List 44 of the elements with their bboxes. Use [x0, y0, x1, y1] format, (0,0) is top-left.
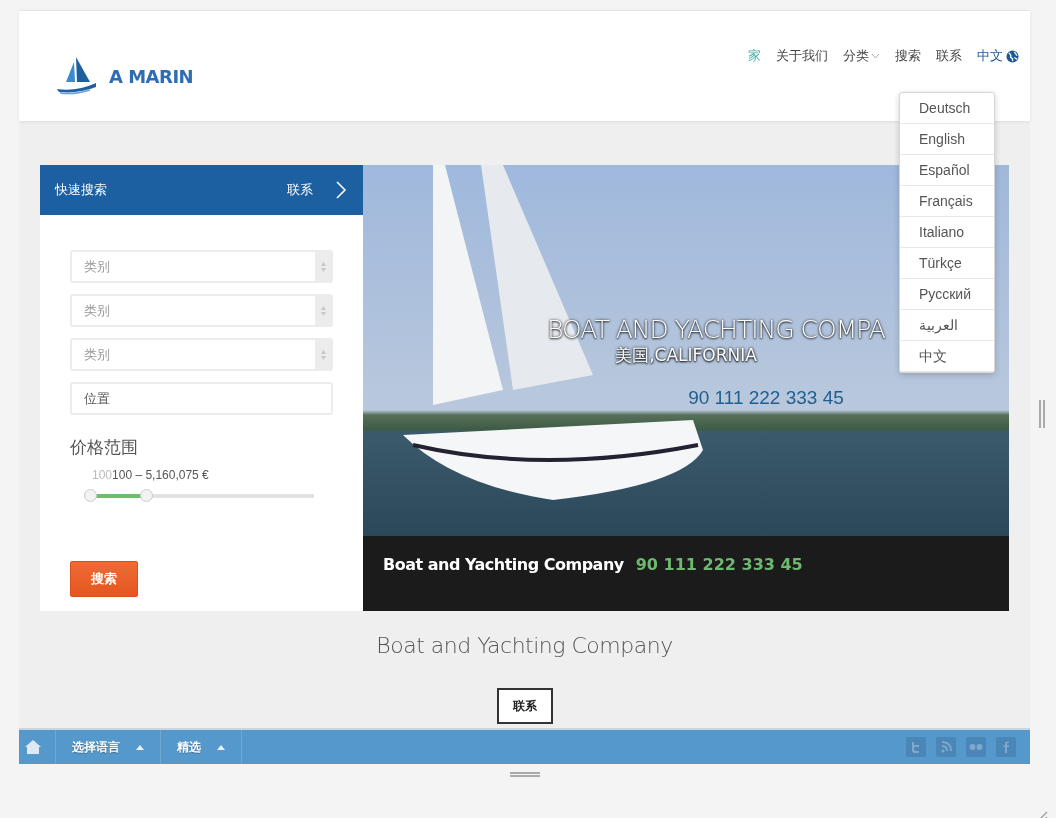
home-icon[interactable] — [25, 740, 41, 754]
language-option[interactable]: Türkçe — [900, 248, 994, 279]
globe-icon — [1006, 49, 1019, 63]
language-option[interactable]: Italiano — [900, 217, 994, 248]
rss-icon[interactable] — [936, 737, 956, 757]
company-title: Boat and Yachting Company — [376, 633, 673, 658]
language-option[interactable]: 中文 — [900, 341, 994, 372]
slider-handle[interactable] — [140, 489, 154, 502]
slide-phone: 90 111 222 333 45 — [688, 387, 844, 409]
nav-link[interactable]: 搜索 — [895, 47, 921, 65]
sort-arrows-icon — [319, 260, 327, 273]
language-link[interactable]: 中文 — [977, 47, 1019, 65]
price-range-title: 价格范围 — [70, 437, 139, 459]
language-option[interactable]: Deutsch — [900, 93, 994, 124]
slider-handle[interactable] — [84, 489, 97, 502]
nav-link[interactable]: 分类 — [843, 47, 880, 65]
chevron-right-icon[interactable] — [335, 180, 347, 200]
panel-title: 快速搜索 — [55, 181, 108, 199]
language-option[interactable]: العربية — [900, 310, 994, 341]
slide-subtitle: 美国,CALIFORNIA — [615, 344, 757, 367]
nav-link[interactable]: 联系 — [936, 47, 962, 65]
facebook-icon[interactable] — [996, 737, 1016, 757]
price-min-label: 100 — [92, 468, 113, 482]
price-range-value: 100 – 5,160,075 € — [112, 468, 209, 482]
contact-link[interactable]: 联系 — [287, 181, 313, 199]
sort-arrows-icon — [319, 304, 327, 317]
caret-up-icon — [136, 744, 144, 750]
caret-up-icon — [217, 744, 225, 750]
contact-button[interactable]: 联系 — [496, 688, 553, 724]
resize-grip-icon[interactable] — [509, 772, 540, 777]
language-option[interactable]: Français — [900, 186, 994, 217]
language-option[interactable]: Русский — [900, 279, 994, 310]
caption-phone: 90 111 222 333 45 — [635, 555, 803, 574]
caret-icon — [871, 53, 880, 59]
dots-icon[interactable] — [966, 737, 986, 757]
slide-title: BOAT AND YACHTING COMPA — [547, 315, 885, 344]
sort-arrows-icon — [319, 348, 327, 361]
nav-link[interactable]: 关于我们 — [776, 47, 828, 65]
language-option[interactable]: Español — [900, 155, 994, 186]
location-field[interactable]: 位置 — [70, 382, 333, 415]
caption-title: Boat and Yachting Company — [383, 555, 624, 574]
logo-text[interactable]: A MARIN — [109, 65, 194, 87]
language-option[interactable]: English — [900, 124, 994, 155]
side-handle-icon[interactable] — [1039, 400, 1045, 428]
